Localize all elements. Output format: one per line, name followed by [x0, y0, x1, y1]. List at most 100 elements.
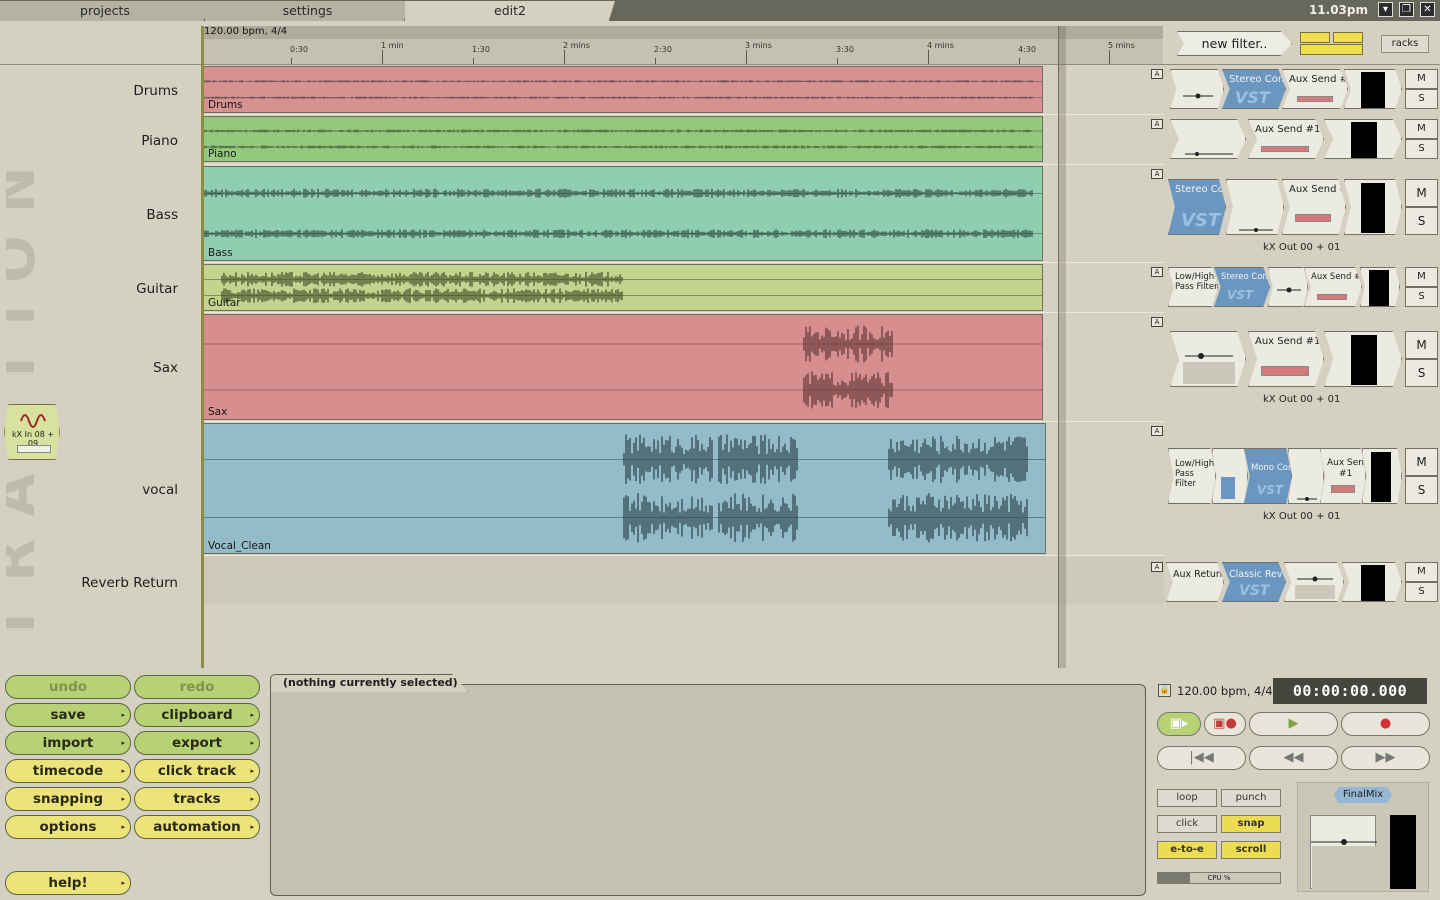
plugin-aux-send[interactable]: Aux Send #1: [1282, 69, 1348, 109]
volume-fader[interactable]: [1268, 267, 1308, 307]
timeline-ruler[interactable]: 120.00 bpm, 4/4 0:30 1 min 1:30 2 mins 2…: [201, 26, 1163, 64]
transport-tempo[interactable]: 120.00 bpm, 4/4: [1177, 684, 1273, 698]
automation-badge[interactable]: A: [1151, 69, 1163, 79]
output-device-vocal[interactable]: kX Out 00 + 01: [1263, 511, 1340, 522]
new-filter-button[interactable]: new filter..: [1177, 31, 1292, 56]
e-to-e-button[interactable]: e-to-e: [1157, 841, 1217, 859]
fast-forward-button[interactable]: ▶▶: [1341, 746, 1430, 770]
automation-badge[interactable]: A: [1151, 119, 1163, 129]
solo-button[interactable]: S: [1405, 476, 1438, 504]
racks-button[interactable]: racks: [1381, 35, 1429, 53]
track-name-sax[interactable]: Sax: [153, 360, 178, 376]
track-name-vocal[interactable]: vocal: [142, 482, 178, 498]
mute-button[interactable]: M: [1405, 331, 1438, 359]
mute-button[interactable]: M: [1405, 562, 1438, 582]
volume-fader[interactable]: [1170, 119, 1246, 159]
punch-button[interactable]: punch: [1221, 789, 1281, 807]
click-button[interactable]: click: [1157, 815, 1217, 833]
clip-sax[interactable]: Sax: [203, 314, 1043, 420]
output-device-sax[interactable]: kX Out 00 + 01: [1263, 394, 1340, 405]
automation-badge[interactable]: A: [1151, 317, 1163, 327]
solo-button[interactable]: S: [1405, 359, 1438, 387]
solo-button[interactable]: S: [1405, 139, 1438, 159]
mute-button[interactable]: M: [1405, 119, 1438, 139]
clip-bass[interactable]: Bass: [203, 166, 1043, 261]
plugin-classic-reverb[interactable]: Classic Reverb VST: [1222, 562, 1286, 602]
track-name-drums[interactable]: Drums: [133, 83, 178, 99]
end-marker[interactable]: [1058, 26, 1066, 668]
snapping-button[interactable]: snapping ▸: [5, 787, 131, 811]
view-mode-button[interactable]: [1300, 32, 1330, 43]
help-button[interactable]: help! ▸: [5, 871, 131, 895]
eq-display[interactable]: [1212, 448, 1248, 504]
tab-settings[interactable]: settings: [205, 1, 410, 21]
snap-button[interactable]: snap: [1221, 815, 1281, 833]
volume-fader[interactable]: [1170, 331, 1246, 387]
output-device-bass[interactable]: kX Out 00 + 01: [1263, 242, 1340, 253]
clipboard-button[interactable]: clipboard ▸: [134, 703, 260, 727]
clip-guitar[interactable]: Guitar: [203, 264, 1043, 311]
master-volume-fader[interactable]: [1310, 815, 1377, 889]
volume-fader[interactable]: [1288, 448, 1324, 504]
rewind-button[interactable]: ◀◀: [1249, 746, 1338, 770]
plugin-aux-send[interactable]: Aux Send #1: [1282, 179, 1346, 235]
volume-fader[interactable]: [1226, 179, 1284, 235]
mute-button[interactable]: M: [1405, 448, 1438, 476]
view-mode-button[interactable]: [1333, 32, 1363, 43]
save-button[interactable]: save ▸: [5, 703, 131, 727]
volume-fader[interactable]: [1170, 69, 1224, 109]
time-display[interactable]: 00:00:00.000: [1273, 678, 1427, 704]
timecode-button[interactable]: timecode ▸: [5, 759, 131, 783]
auto-play-button[interactable]: ▣▸: [1157, 712, 1201, 736]
go-to-start-button[interactable]: |◀◀: [1157, 746, 1246, 770]
record-button[interactable]: ●: [1341, 712, 1430, 736]
tracks-button[interactable]: tracks ▸: [134, 787, 260, 811]
volume-fader[interactable]: [1284, 562, 1344, 602]
click-track-button[interactable]: click track ▸: [134, 759, 260, 783]
track-name-bass[interactable]: Bass: [146, 207, 178, 223]
plugin-stereo-comp[interactable]: Stereo Comp VST: [1214, 267, 1270, 307]
plugin-aux-send[interactable]: Aux Send #1: [1320, 448, 1366, 504]
import-button[interactable]: import ▸: [5, 731, 131, 755]
solo-button[interactable]: S: [1405, 582, 1438, 602]
mute-button[interactable]: M: [1405, 179, 1438, 207]
track-name-piano[interactable]: Piano: [141, 133, 178, 149]
plugin-aux-send[interactable]: Aux Send #1: [1248, 119, 1324, 159]
plugin-aux-send[interactable]: Aux Send #1: [1248, 331, 1324, 387]
maximize-icon[interactable]: ❐: [1399, 2, 1414, 17]
export-button[interactable]: export ▸: [134, 731, 260, 755]
solo-button[interactable]: S: [1405, 287, 1438, 307]
clip-piano[interactable]: Piano: [203, 116, 1043, 162]
playhead-marker[interactable]: [201, 26, 204, 668]
mute-button[interactable]: M: [1405, 69, 1438, 89]
properties-panel[interactable]: [270, 684, 1146, 896]
minimize-icon[interactable]: ▾: [1378, 2, 1393, 17]
automation-badge[interactable]: A: [1151, 562, 1163, 572]
redo-button[interactable]: redo: [134, 675, 260, 699]
view-mode-toggle[interactable]: [1300, 31, 1366, 56]
close-icon[interactable]: ✕: [1420, 2, 1435, 17]
automation-badge[interactable]: A: [1151, 426, 1163, 436]
tab-edit2[interactable]: edit2: [405, 1, 615, 21]
mute-button[interactable]: M: [1405, 267, 1438, 287]
options-button[interactable]: options ▸: [5, 815, 131, 839]
view-mode-button[interactable]: [1300, 44, 1363, 55]
plugin-low-high-pass-filter[interactable]: Low/High-Pass Filter: [1168, 267, 1218, 307]
final-mix-panel[interactable]: FinalMix: [1297, 782, 1429, 892]
play-button[interactable]: ▶: [1249, 712, 1338, 736]
lock-icon[interactable]: 🔒: [1158, 684, 1171, 697]
undo-button[interactable]: undo: [5, 675, 131, 699]
solo-button[interactable]: S: [1405, 207, 1438, 235]
auto-record-button[interactable]: ▣●: [1204, 712, 1246, 736]
automation-badge[interactable]: A: [1151, 267, 1163, 277]
solo-button[interactable]: S: [1405, 89, 1438, 109]
tab-projects[interactable]: projects: [0, 1, 210, 21]
clip-drums[interactable]: Drums: [203, 66, 1043, 113]
plugin-aux-return[interactable]: Aux Return #: [1166, 562, 1224, 602]
plugin-mono-comp[interactable]: Mono Comp VST: [1244, 448, 1292, 504]
plugin-stereo-comp[interactable]: Stereo Comp VST: [1222, 69, 1286, 109]
reverb-return-lane[interactable]: [202, 556, 1164, 604]
automation-badge[interactable]: A: [1151, 169, 1163, 179]
clip-vocal-clean[interactable]: Vocal_Clean: [203, 423, 1046, 554]
plugin-aux-send[interactable]: Aux Send #1: [1304, 267, 1362, 307]
